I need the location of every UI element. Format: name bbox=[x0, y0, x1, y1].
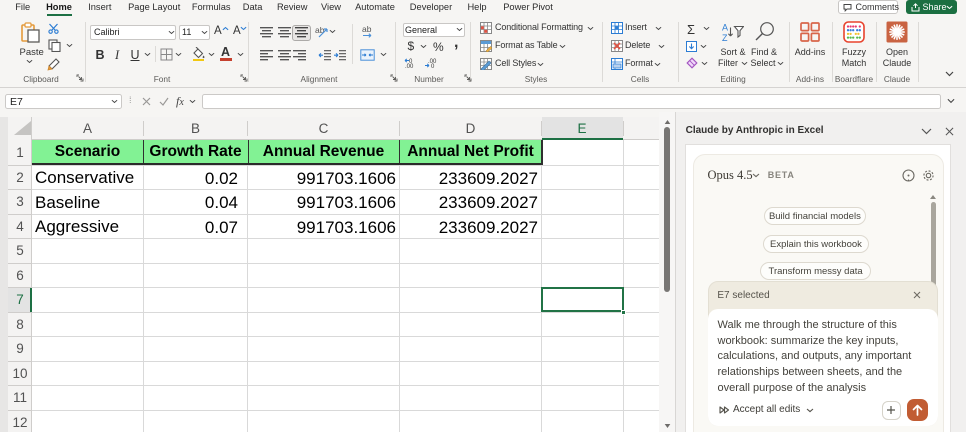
svg-text:ab: ab bbox=[362, 25, 372, 34]
svg-text:.00: .00 bbox=[405, 64, 414, 68]
svg-text:A: A bbox=[722, 23, 728, 33]
svg-text:Z: Z bbox=[722, 33, 728, 43]
